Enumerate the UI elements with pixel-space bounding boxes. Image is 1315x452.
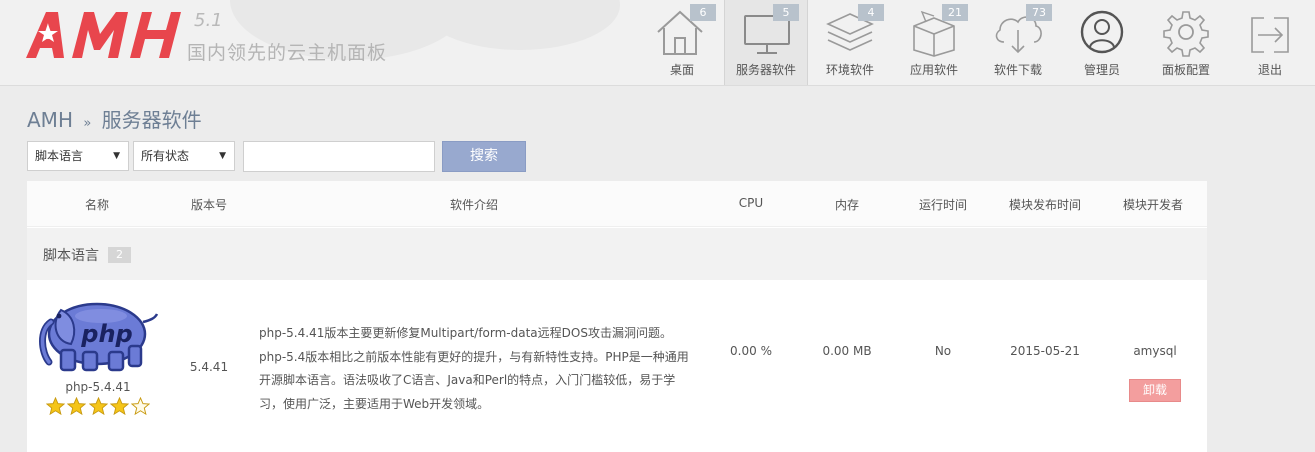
cpu-usage: 0.00 %	[730, 344, 772, 358]
nav-item-server-software[interactable]: 5 服务器软件	[724, 0, 808, 85]
software-description: php-5.4.41版本主要更新修复Multipart/form-data远程D…	[259, 326, 689, 411]
nav-label: 退出	[1257, 63, 1282, 77]
nav-item-admin[interactable]: 管理员	[1060, 0, 1144, 85]
breadcrumb-current: 服务器软件	[101, 108, 202, 132]
column-header-cpu: CPU	[738, 196, 764, 210]
status-select-value: 所有状态	[141, 149, 190, 163]
top-nav: 6 桌面 5 服务器软件 4 环境软件 21 应用软件 73 软件下载 管理员 …	[640, 0, 1312, 85]
column-header-developer: 模块开发者	[1122, 198, 1183, 212]
column-header-release-date: 模块发布时间	[1008, 198, 1081, 212]
app-slogan: 国内领先的云主机面板	[187, 42, 388, 64]
nav-badge: 73	[1026, 4, 1052, 21]
php-logo-text: php	[80, 320, 132, 348]
column-header-version: 版本号	[190, 198, 227, 212]
header: 5.1 国内领先的云主机面板 6 桌面 5 服务器软件 4 环境软件 21 应用…	[0, 0, 1315, 86]
breadcrumb: AMH » 服务器软件	[27, 104, 202, 133]
group-label: 脚本语言	[43, 248, 99, 264]
logout-icon	[1251, 17, 1289, 53]
amh-logo[interactable]	[26, 8, 196, 64]
table-header: 名称 版本号 软件介绍 CPU 内存 运行时间 模块发布时间 模块开发者	[27, 181, 1207, 227]
type-select[interactable]: 脚本语言 ▼	[27, 141, 129, 171]
software-version: 5.4.41	[189, 360, 229, 374]
search-input[interactable]	[243, 141, 435, 172]
nav-item-environment-software[interactable]: 4 环境软件	[808, 0, 892, 85]
software-table: 名称 版本号 软件介绍 CPU 内存 运行时间 模块发布时间 模块开发者 脚本语…	[27, 181, 1207, 452]
user-icon	[1080, 10, 1124, 54]
nav-label: 管理员	[1083, 63, 1120, 77]
breadcrumb-root[interactable]: AMH	[27, 108, 73, 132]
nav-badge: 5	[773, 4, 799, 21]
dropdown-arrow-icon: ▼	[113, 151, 120, 161]
nav-label: 软件下载	[993, 63, 1042, 77]
php-elephant-logo: php	[39, 302, 159, 372]
column-header-name: 名称	[84, 198, 109, 212]
rating-stars	[46, 397, 150, 416]
nav-label: 面板配置	[1161, 63, 1210, 77]
app-version: 5.1	[194, 10, 223, 31]
star-filled-icon	[46, 397, 65, 416]
star-filled-icon	[109, 397, 129, 416]
column-header-uptime: 运行时间	[918, 198, 967, 212]
star-filled-icon	[88, 397, 108, 416]
nav-label: 环境软件	[825, 63, 874, 77]
release-date: 2015-05-21	[1010, 344, 1080, 358]
nav-item-application-software[interactable]: 21 应用软件	[892, 0, 976, 85]
table-row: php php-5.4.41 5.4.41 php-5.4.41版本主要更新修复…	[27, 280, 1207, 452]
group-count-badge: 2	[108, 247, 131, 263]
nav-badge: 4	[858, 4, 884, 21]
status-select[interactable]: 所有状态 ▼	[133, 141, 235, 171]
column-header-memory: 内存	[834, 198, 859, 212]
developer: amysql	[1133, 344, 1177, 358]
breadcrumb-separator: »	[83, 116, 92, 131]
nav-badge: 6	[690, 4, 716, 21]
search-button[interactable]: 搜索	[442, 141, 526, 172]
column-header-description: 软件介绍	[449, 198, 498, 212]
dropdown-arrow-icon: ▼	[219, 151, 226, 161]
nav-label: 桌面	[669, 63, 694, 77]
nav-item-logout[interactable]: 退出	[1228, 0, 1312, 85]
type-select-value: 脚本语言	[35, 149, 84, 163]
software-name[interactable]: php-5.4.41	[27, 380, 169, 394]
uptime: No	[934, 344, 952, 358]
cloud-decoration	[420, 0, 620, 50]
nav-badge: 21	[942, 4, 968, 21]
nav-label: 应用软件	[909, 63, 958, 77]
memory-usage: 0.00 MB	[822, 344, 872, 358]
nav-label: 服务器软件	[735, 63, 796, 77]
gear-icon	[1163, 11, 1209, 57]
star-filled-icon	[67, 397, 87, 416]
star-empty-icon	[131, 397, 150, 416]
nav-item-desktop[interactable]: 6 桌面	[640, 0, 724, 85]
nav-item-panel-settings[interactable]: 面板配置	[1144, 0, 1228, 85]
group-row: 脚本语言 2	[27, 228, 1207, 280]
uninstall-button[interactable]: 卸载	[1129, 379, 1181, 402]
nav-item-software-download[interactable]: 73 软件下载	[976, 0, 1060, 85]
